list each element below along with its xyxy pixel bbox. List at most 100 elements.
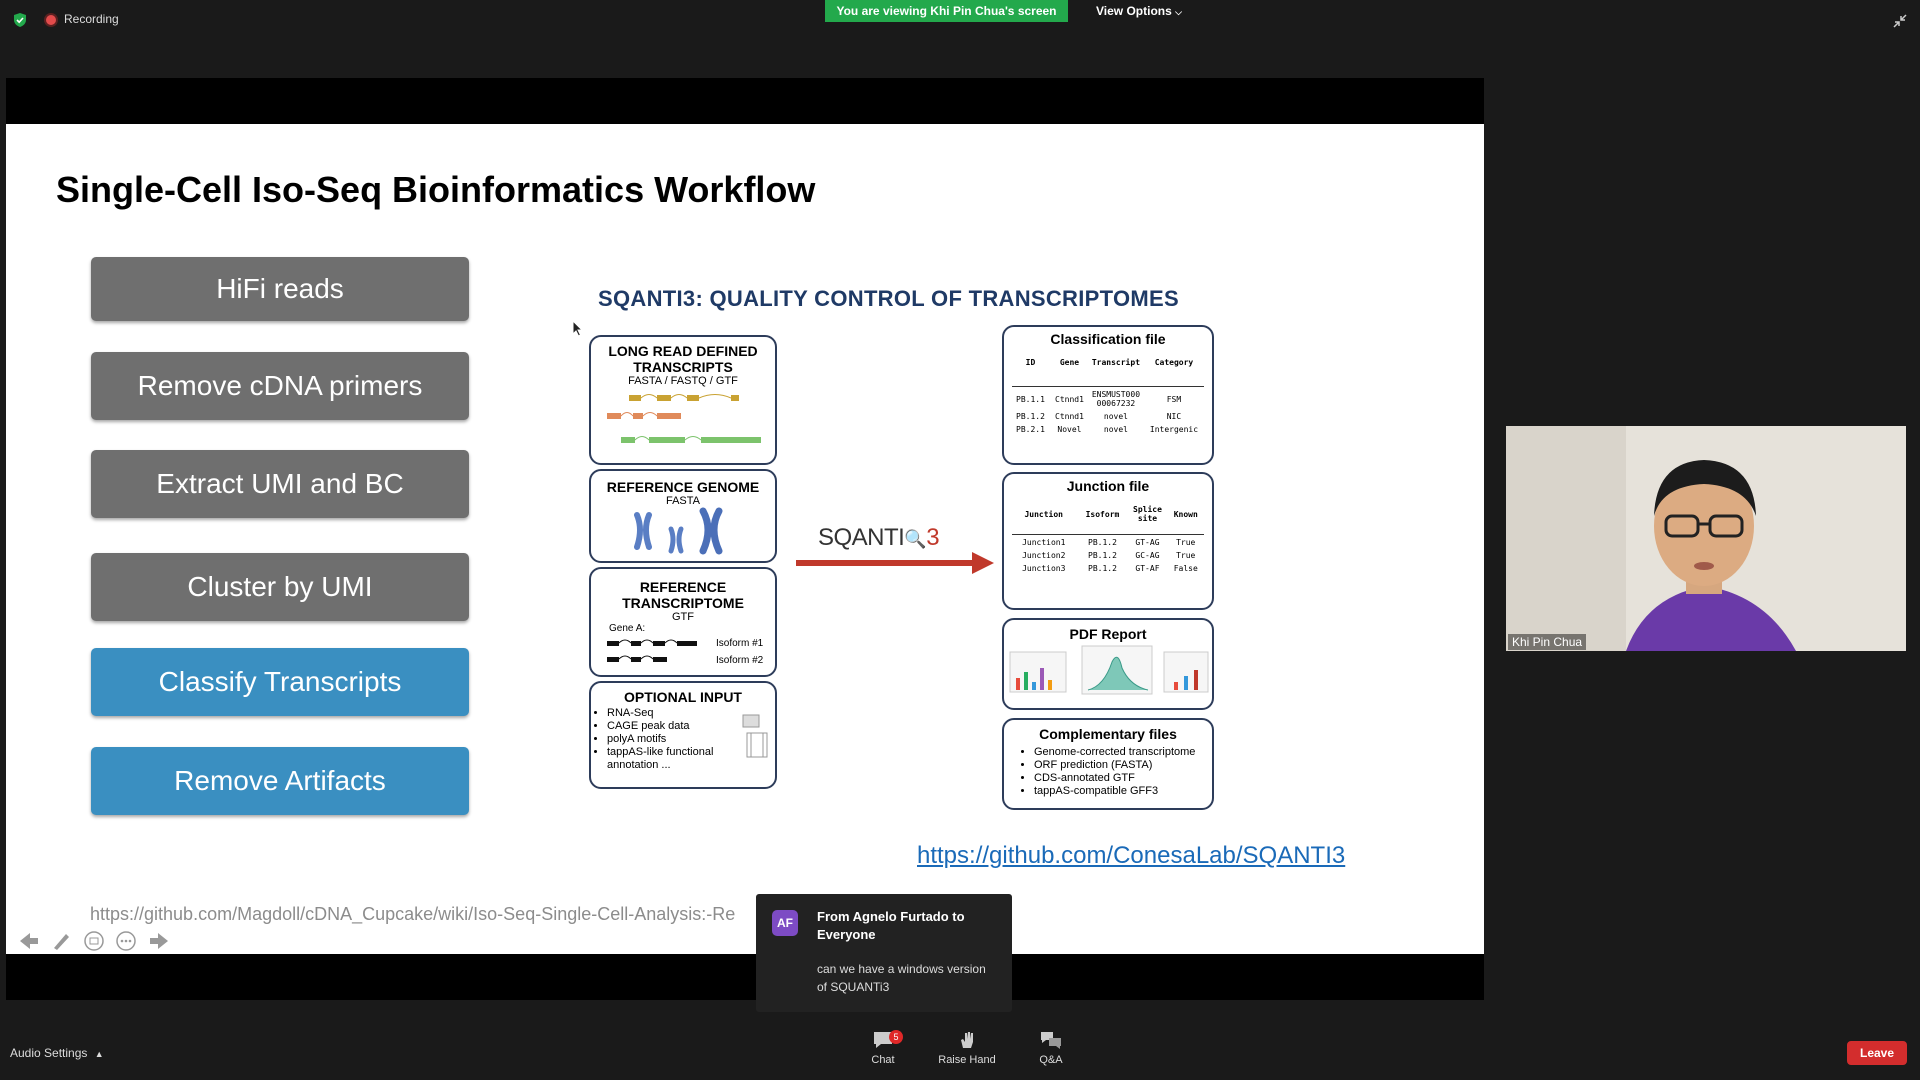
input-reference-genome-box: REFERENCE GENOME FASTA (589, 469, 777, 563)
complementary-list: Genome-corrected transcriptome ORF predi… (1004, 746, 1212, 798)
output-classification-box: Classification file ID Gene Transcript C… (1002, 325, 1214, 465)
table-cell: Junction3 (1022, 564, 1066, 573)
optional-input-list: RNA-Seq CAGE peak data polyA motifs tapp… (591, 707, 727, 772)
audio-settings-button[interactable]: Audio Settings ▲ (10, 1046, 104, 1060)
optional-item: polyA motifs (607, 733, 727, 746)
shared-slide: Single-Cell Iso-Seq Bioinformatics Workf… (6, 124, 1484, 954)
participant-avatar-image (1506, 426, 1906, 651)
audio-settings-label: Audio Settings (10, 1046, 88, 1060)
next-slide-icon[interactable] (148, 930, 170, 952)
optional-item: RNA-Seq (607, 707, 727, 720)
previous-slide-icon[interactable] (18, 930, 40, 952)
table-cell: Junction1 (1022, 538, 1066, 547)
participant-video[interactable] (1506, 426, 1906, 651)
complementary-item: tappAS-compatible GFF3 (1034, 785, 1212, 798)
gene-a-label: Gene A: (609, 623, 646, 634)
avatar: AF (772, 910, 798, 936)
chat-button[interactable]: 5 Chat (853, 1030, 913, 1066)
magnifier-icon: 🔍 (904, 529, 927, 549)
exit-fullscreen-icon[interactable] (1893, 14, 1907, 28)
isoform-structure-graphic (607, 639, 697, 662)
ref-transcriptome-title: REFERENCE TRANSCRIPTOME (622, 579, 744, 611)
table-cell: NIC (1166, 412, 1182, 421)
chevron-down-icon: ⌵ (1175, 7, 1182, 17)
junction-title: Junction file (1066, 478, 1150, 494)
table-row: Junction1 PB.1.2 GT-AG True (1012, 537, 1204, 548)
pen-tool-icon[interactable] (50, 930, 72, 952)
raise-hand-button[interactable]: Raise Hand (937, 1030, 997, 1066)
table-cell: Junction2 (1022, 551, 1066, 560)
sqanti3-github-link[interactable]: https://github.com/ConesaLab/SQANTI3 (917, 842, 1345, 870)
document-icons-graphic (742, 714, 768, 758)
column-header: ID (1025, 358, 1036, 367)
optional-item: CAGE peak data (607, 720, 727, 733)
isoform-1-label: Isoform #1 (716, 638, 764, 649)
workflow-step-remove-artifacts: Remove Artifacts (91, 747, 469, 815)
cupcake-link-text: https://github.com/Magdoll/cDNA_Cupcake/… (90, 904, 736, 924)
table-cell: GT-AF (1135, 564, 1160, 573)
output-complementary-box: Complementary files Genome-corrected tra… (1002, 718, 1214, 810)
leave-button[interactable]: Leave (1847, 1041, 1907, 1065)
sqanti3-logo: SQANTI🔍3 (818, 524, 940, 552)
table-cell: Intergenic (1149, 425, 1199, 434)
output-junction-box: Junction file Junction Isoform Splice si… (1002, 472, 1214, 610)
slide-navigation (18, 930, 176, 952)
workflow-step-extract-umi-bc: Extract UMI and BC (91, 450, 469, 518)
table-cell: True (1176, 551, 1196, 560)
column-header: Gene (1059, 358, 1080, 367)
security-shield-icon[interactable] (14, 13, 26, 27)
chat-message: can we have a windows version of SQUANTi… (817, 962, 986, 994)
table-row: Junction3 PB.1.2 GT-AF False (1012, 563, 1204, 574)
chat-label: Chat (871, 1054, 895, 1066)
table-cell: PB.1.2 (1088, 564, 1117, 573)
pdf-report-title: PDF Report (1069, 626, 1147, 642)
sqanti-logo-text: SQANTI (818, 524, 905, 551)
table-cell: False (1173, 564, 1198, 573)
complementary-item: Genome-corrected transcriptome (1034, 746, 1212, 759)
recording-dot-icon (46, 15, 56, 25)
output-pdf-report-box: PDF Report (1002, 618, 1214, 710)
chat-notification[interactable]: AF From Agnelo Furtado to Everyone can w… (756, 894, 1012, 1012)
qa-icon (1041, 1032, 1061, 1049)
classification-title: Classification file (1050, 331, 1166, 347)
table-row: Junction2 PB.1.2 GC-AG True (1012, 550, 1204, 561)
complementary-item: ORF prediction (FASTA) (1034, 759, 1212, 772)
view-options-button[interactable]: View Options ⌵ (1086, 0, 1192, 22)
isoform-2-label: Isoform #2 (716, 655, 764, 666)
workflow-step-hifi-reads: HiFi reads (91, 257, 469, 321)
optional-input-title: OPTIONAL INPUT (624, 689, 742, 705)
workflow-step-cluster-umi: Cluster by UMI (91, 553, 469, 621)
table-cell: FSM (1166, 394, 1182, 404)
chat-unread-badge: 5 (889, 1030, 903, 1044)
complementary-item: CDS-annotated GTF (1034, 772, 1212, 785)
table-cell: GT-AG (1135, 538, 1160, 547)
more-options-icon[interactable] (115, 930, 137, 952)
raise-hand-icon (961, 1032, 973, 1048)
table-row: PB.1.2 Ctnnd1 novel NIC (1012, 411, 1204, 422)
ref-genome-title: REFERENCE GENOME (606, 479, 760, 495)
view-options-label: View Options (1096, 4, 1172, 18)
classification-table: ID Gene Transcript Category PB.1.1 Ctnnd… (1010, 355, 1206, 437)
complementary-title: Complementary files (1039, 726, 1177, 742)
long-read-title: LONG READ DEFINED TRANSCRIPTS (608, 343, 758, 375)
column-header: Known (1173, 509, 1198, 519)
table-cell: novel (1103, 412, 1128, 421)
input-reference-transcriptome-box: REFERENCE TRANSCRIPTOME GTF Gene A: Isof… (589, 567, 777, 677)
table-cell: Ctnnd1 (1055, 394, 1084, 404)
table-cell: PB.1.2 (1016, 412, 1045, 421)
right-arrow-icon (796, 552, 994, 574)
column-header: Category (1154, 358, 1194, 367)
qa-label: Q&A (1039, 1054, 1063, 1066)
column-header: Splice site (1133, 505, 1162, 523)
slide-grid-icon[interactable] (83, 930, 105, 952)
column-header: Transcript (1091, 358, 1141, 367)
table-cell: PB.2.1 (1016, 425, 1045, 434)
ref-genome-sub: FASTA (665, 495, 701, 507)
shared-screen-letterbox-top (6, 78, 1484, 124)
column-header: Isoform (1085, 509, 1120, 519)
table-cell: Ctnnd1 (1055, 412, 1084, 421)
slide-title: Single-Cell Iso-Seq Bioinformatics Workf… (56, 169, 816, 210)
input-optional-box: OPTIONAL INPUT RNA-Seq CAGE peak data po… (589, 681, 777, 789)
shared-screen-letterbox-bottom (6, 954, 1484, 1000)
qa-button[interactable]: Q&A (1021, 1030, 1081, 1066)
